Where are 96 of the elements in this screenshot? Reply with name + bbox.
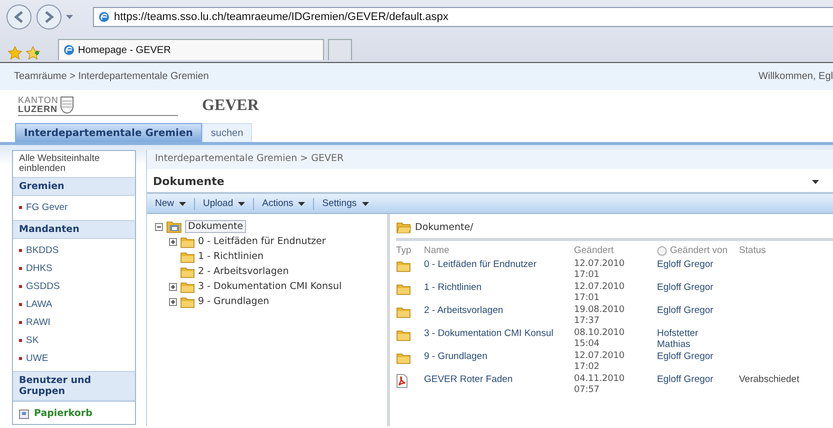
- nav-link[interactable]: RAWI: [13, 313, 135, 331]
- toolbar-menu[interactable]: Upload: [194, 198, 254, 210]
- tree-item[interactable]: Dokumente: [185, 220, 246, 233]
- column-header[interactable]: Typ: [396, 245, 412, 256]
- list-title: Dokumente: [153, 175, 224, 188]
- bullet-icon: [19, 320, 22, 324]
- bullet-icon: [19, 266, 22, 270]
- new-tab-button[interactable]: [328, 39, 352, 60]
- site-tab[interactable]: Interdepartementale Gremien: [15, 123, 202, 142]
- table-cell-text: Verabschiedet: [739, 373, 800, 387]
- library-icon: [166, 220, 182, 233]
- star-icon[interactable]: [8, 46, 22, 60]
- folder-icon: [396, 305, 411, 318]
- table-cell-text: 04.11.2010 07:57: [574, 373, 626, 396]
- folder-icon: [180, 250, 195, 263]
- toolbar-menu[interactable]: New: [153, 198, 194, 210]
- tree-item[interactable]: 0 - Leitfäden für Endnutzer: [198, 236, 326, 247]
- table-cell-text: 12.07.2010 17:01: [574, 258, 626, 281]
- view-all-link[interactable]: Alle Websiteinhalte einblenden: [13, 151, 135, 177]
- site-title: GEVER: [202, 97, 259, 115]
- table-cell[interactable]: Hofstetter Mathias: [657, 327, 739, 350]
- table-cell[interactable]: 0 - Leitfäden für Endnutzer: [424, 258, 574, 281]
- table-cell-text: 12.07.2010 17:01: [574, 281, 626, 304]
- tree-item[interactable]: 2 - Arbeitsvorlagen: [198, 266, 289, 277]
- toolbar-menu[interactable]: Actions: [253, 198, 314, 210]
- nav-link[interactable]: LAWA: [13, 295, 135, 313]
- presence-icon: [657, 246, 667, 256]
- address-field[interactable]: https://teams.sso.lu.ch/teamraeume/IDGremien/GEVER/default.aspx: [93, 7, 833, 27]
- bullet-icon: [19, 302, 22, 306]
- nav-link[interactable]: BKDDS: [13, 241, 135, 259]
- table-cell-text: 12.07.2010 17:02: [574, 350, 626, 373]
- table-cell[interactable]: 9 - Grundlagen: [424, 350, 574, 373]
- table-cell[interactable]: 2 - Arbeitsvorlagen: [424, 304, 574, 327]
- open-folder-icon: [396, 220, 411, 234]
- shield-icon: [60, 96, 74, 114]
- breadcrumb: Teamräume > Interdepartementale Gremien: [14, 71, 209, 82]
- browser-logo-icon: [98, 11, 110, 23]
- bullet-icon: [19, 338, 22, 342]
- nav-link[interactable]: DHKS: [13, 259, 135, 277]
- section-heading[interactable]: Mandanten: [13, 220, 135, 239]
- section-heading[interactable]: Gremien: [13, 177, 135, 196]
- table-cell[interactable]: 3 - Dokumentation CMI Konsul: [424, 327, 574, 350]
- table-cell-text: 08.10.2010 15:04: [574, 327, 626, 350]
- folder-path: Dokumente/: [415, 222, 474, 232]
- forward-button[interactable]: [36, 4, 62, 30]
- expand-icon[interactable]: [169, 298, 177, 306]
- column-header[interactable]: Name: [424, 245, 450, 256]
- breadcrumb: Interdepartementale Gremien > GEVER: [147, 150, 833, 169]
- nav-link[interactable]: UWE: [13, 349, 135, 367]
- table-cell[interactable]: 1 - Richtlinien: [424, 281, 574, 304]
- recycle-bin-link[interactable]: Papierkorb: [13, 401, 135, 424]
- recycle-bin-icon: [19, 408, 29, 418]
- folder-icon: [180, 295, 195, 308]
- browser-tab[interactable]: Homepage - GEVER: [58, 39, 324, 60]
- table-cell[interactable]: Egloff Gregor: [657, 373, 739, 396]
- folder-icon: [396, 328, 411, 341]
- folder-icon: [396, 351, 411, 364]
- folder-icon: [396, 282, 411, 295]
- logo: KANTON LUZERN: [18, 96, 178, 116]
- back-button[interactable]: [6, 4, 32, 30]
- bullet-icon: [19, 248, 22, 252]
- site-tab[interactable]: suchen: [202, 123, 252, 142]
- toolbar-menu[interactable]: Settings: [313, 198, 377, 210]
- url-text: https://teams.sso.lu.ch/teamraeume/IDGremien/GEVER/default.aspx: [114, 11, 448, 23]
- folder-icon: [180, 280, 195, 293]
- nav-link[interactable]: GSDDS: [13, 277, 135, 295]
- tree-item[interactable]: 9 - Grundlagen: [198, 296, 270, 307]
- column-header[interactable]: Status: [739, 245, 766, 256]
- add-favorite-icon[interactable]: [26, 46, 40, 60]
- dropdown-icon[interactable]: [812, 180, 819, 184]
- nav-link[interactable]: FG Gever: [13, 198, 135, 216]
- expand-icon[interactable]: [169, 282, 177, 290]
- expand-icon[interactable]: [169, 238, 177, 246]
- table-cell[interactable]: Egloff Gregor: [657, 304, 739, 327]
- pdf-icon: [396, 374, 408, 388]
- column-header[interactable]: Geändert von: [670, 245, 728, 256]
- tree-item[interactable]: 3 - Dokumentation CMI Konsul: [198, 281, 342, 292]
- section-heading[interactable]: Benutzer und Gruppen: [13, 371, 135, 401]
- collapse-icon[interactable]: [155, 222, 163, 230]
- bullet-icon: [19, 356, 22, 360]
- table-cell-text: 19.08.2010 17:37: [574, 304, 626, 327]
- welcome-text[interactable]: Willkommen, Egl: [758, 71, 833, 82]
- folder-icon: [180, 265, 195, 278]
- caret-icon[interactable]: [66, 15, 73, 19]
- bullet-icon: [19, 206, 22, 208]
- folder-icon: [180, 235, 195, 248]
- column-header[interactable]: Geändert: [574, 245, 614, 256]
- browser-logo-icon: [63, 44, 75, 56]
- tree-item[interactable]: 1 - Richtlinien: [198, 251, 264, 262]
- folder-icon: [396, 259, 411, 272]
- table-cell[interactable]: Egloff Gregor: [657, 281, 739, 304]
- nav-link[interactable]: SK: [13, 331, 135, 349]
- bullet-icon: [19, 284, 22, 288]
- table-cell[interactable]: GEVER Roter Faden: [424, 373, 574, 396]
- table-cell[interactable]: Egloff Gregor: [657, 350, 739, 373]
- table-cell[interactable]: Egloff Gregor: [657, 258, 739, 281]
